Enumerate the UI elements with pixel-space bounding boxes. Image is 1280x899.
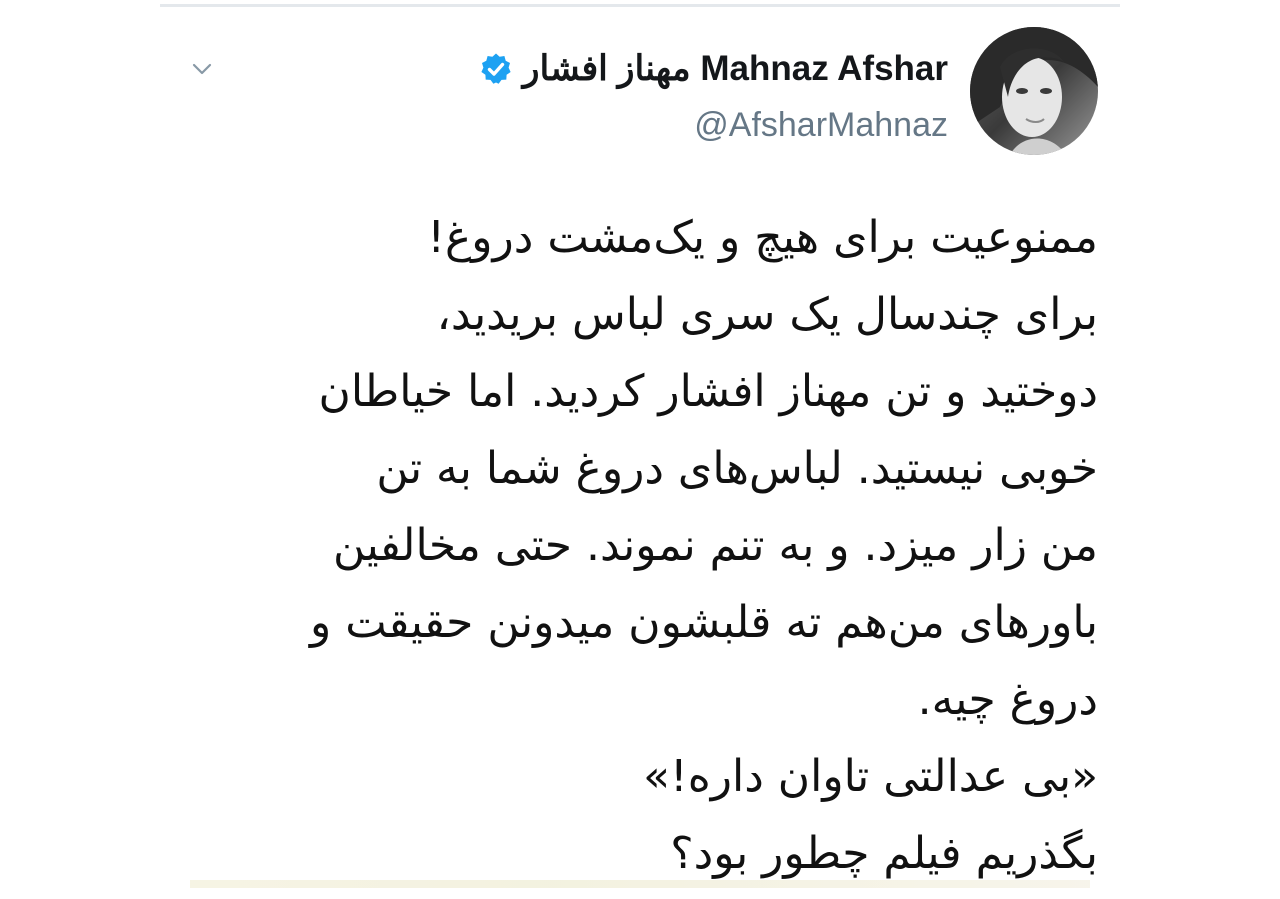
- tweet-text-line: دروغ چیه.: [917, 674, 1098, 725]
- tweet-body: ممنوعیت برای هیچ و یک‌مشت دروغ! برای چند…: [178, 199, 1098, 892]
- bottom-divider: [190, 880, 1090, 888]
- tweet-text-line: باورهای من‌هم ته قلبشون میدونن حقیقت و: [309, 597, 1098, 648]
- tweet-text-line: خوبی نیستید. لباس‌های دروغ شما به تن: [376, 443, 1098, 494]
- author-name[interactable]: مهناز افشار Mahnaz Afshar: [523, 47, 948, 91]
- tweet-text-line: من زار میزد. و به تنم نموند. حتی مخالفین: [333, 520, 1098, 571]
- tweet-text-line: برای چندسال یک سری لباس بریدید،: [436, 289, 1098, 340]
- tweet-card: مهناز افشار Mahnaz Afshar @AfsharMahnaz: [160, 7, 1120, 887]
- avatar[interactable]: [970, 27, 1098, 155]
- page: مهناز افشار Mahnaz Afshar @AfsharMahnaz: [0, 0, 1280, 899]
- author-row[interactable]: مهناز افشار Mahnaz Afshar: [479, 47, 948, 91]
- tweet-text-line: «بی عدالتی تاوان داره!»: [643, 751, 1098, 802]
- verified-badge-icon: [479, 52, 513, 86]
- tweet-header: مهناز افشار Mahnaz Afshar @AfsharMahnaz: [479, 47, 948, 145]
- tweet-text-line: ممنوعیت برای هیچ و یک‌مشت دروغ!: [427, 212, 1098, 263]
- tweet-text-line: دوختید و تن مهناز افشار کردید. اما خیاطا…: [318, 366, 1099, 417]
- author-handle[interactable]: @AfsharMahnaz: [479, 105, 948, 145]
- chevron-down-icon[interactable]: [190, 57, 214, 81]
